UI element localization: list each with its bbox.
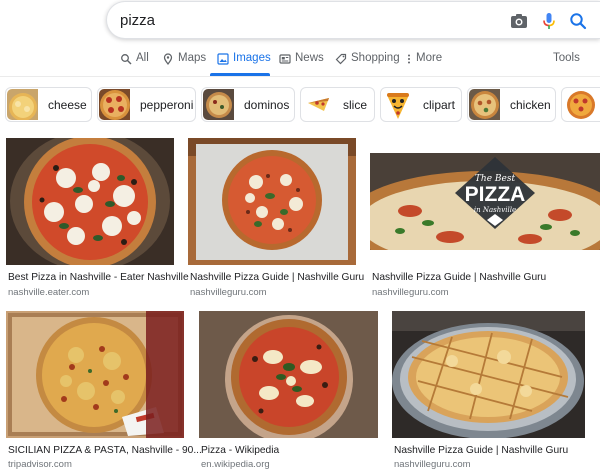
tab-label: More — [416, 52, 443, 64]
tab-label: Images — [233, 52, 271, 64]
result-image[interactable] — [6, 138, 174, 265]
microphone-icon[interactable] — [539, 11, 559, 31]
more-vert-icon — [408, 54, 410, 64]
chip-thumbnail — [382, 89, 413, 120]
tab-all[interactable]: All — [120, 52, 149, 76]
chip-label: chicken — [510, 98, 551, 112]
search-tabs: All Maps Images News Shopping More Tools — [0, 44, 600, 76]
image-icon — [217, 53, 229, 65]
chip-label: clipart — [423, 98, 456, 112]
chip-more[interactable] — [561, 87, 600, 122]
chip-dominos[interactable]: dominos — [201, 87, 295, 122]
search-box[interactable]: pizza — [106, 1, 600, 39]
result-source[interactable]: nashvilleguru.com — [372, 287, 449, 298]
tab-label: All — [136, 52, 149, 64]
chip-chicken[interactable]: chicken — [467, 87, 556, 122]
result-image[interactable] — [392, 311, 585, 438]
tab-label: Shopping — [351, 52, 400, 64]
result-title[interactable]: Nashville Pizza Guide | Nashville Guru — [372, 272, 546, 283]
tab-label: News — [295, 52, 324, 64]
camera-icon[interactable] — [509, 11, 529, 31]
tag-icon — [335, 53, 347, 65]
result-title[interactable]: SICILIAN PIZZA & PASTA, Nashville - 90..… — [8, 445, 202, 456]
result-image[interactable]: The Best PIZZA in Nashville — [370, 153, 600, 250]
search-icon[interactable] — [568, 11, 588, 31]
result-source[interactable]: en.wikipedia.org — [201, 459, 270, 469]
image-result[interactable]: Nashville Pizza Guide | Nashville Guru n… — [392, 311, 600, 469]
map-pin-icon — [163, 53, 173, 65]
news-icon — [279, 54, 291, 64]
tab-news[interactable]: News — [279, 52, 324, 76]
result-image[interactable] — [188, 138, 356, 265]
image-result[interactable]: Best Pizza in Nashville - Eater Nashvill… — [6, 138, 189, 298]
result-title[interactable]: Nashville Pizza Guide | Nashville Guru — [394, 445, 568, 456]
image-result[interactable]: Nashville Pizza Guide | Nashville Guru n… — [188, 138, 364, 298]
result-image[interactable] — [199, 311, 378, 438]
header-divider — [0, 76, 600, 77]
overlay-text: in Nashville — [474, 206, 516, 214]
chip-clipart[interactable]: clipart — [380, 87, 462, 122]
chip-thumbnail — [563, 89, 599, 120]
tab-more[interactable]: More — [406, 52, 442, 76]
tab-label: Maps — [178, 52, 207, 64]
chip-thumbnail — [302, 89, 333, 120]
result-source[interactable]: nashvilleguru.com — [394, 459, 471, 469]
result-source[interactable]: nashvilleguru.com — [190, 287, 267, 298]
chip-thumbnail — [469, 89, 500, 120]
image-result[interactable]: The Best PIZZA in Nashville Nashville Pi… — [370, 138, 600, 298]
result-source[interactable]: nashville.eater.com — [8, 287, 89, 298]
chip-thumbnail — [99, 89, 130, 120]
result-title[interactable]: Nashville Pizza Guide | Nashville Guru — [190, 272, 364, 283]
tab-maps[interactable]: Maps — [162, 52, 206, 76]
tab-shopping[interactable]: Shopping — [335, 52, 400, 76]
chip-cheese[interactable]: cheese — [5, 87, 92, 122]
tools-label: Tools — [553, 52, 580, 64]
search-input[interactable]: pizza — [120, 12, 155, 29]
result-title[interactable]: Best Pizza in Nashville - Eater Nashvill… — [8, 272, 189, 283]
result-image[interactable] — [6, 311, 184, 438]
search-icon — [121, 54, 132, 65]
chip-pepperoni[interactable]: pepperoni — [97, 87, 196, 122]
image-result[interactable]: SICILIAN PIZZA & PASTA, Nashville - 90..… — [6, 311, 202, 469]
image-result[interactable]: Pizza - Wikipedia en.wikipedia.org — [199, 311, 379, 469]
chip-thumbnail — [7, 89, 38, 120]
result-source[interactable]: tripadvisor.com — [8, 459, 72, 469]
chip-label: pepperoni — [140, 98, 194, 112]
chip-label: dominos — [244, 98, 290, 112]
result-title[interactable]: Pizza - Wikipedia — [201, 445, 279, 456]
tools-button[interactable]: Tools — [553, 52, 580, 76]
overlay-text: PIZZA — [465, 183, 526, 206]
chip-label: slice — [343, 98, 368, 112]
chip-label: cheese — [48, 98, 87, 112]
chip-slice[interactable]: slice — [300, 87, 375, 122]
chip-thumbnail — [203, 89, 234, 120]
